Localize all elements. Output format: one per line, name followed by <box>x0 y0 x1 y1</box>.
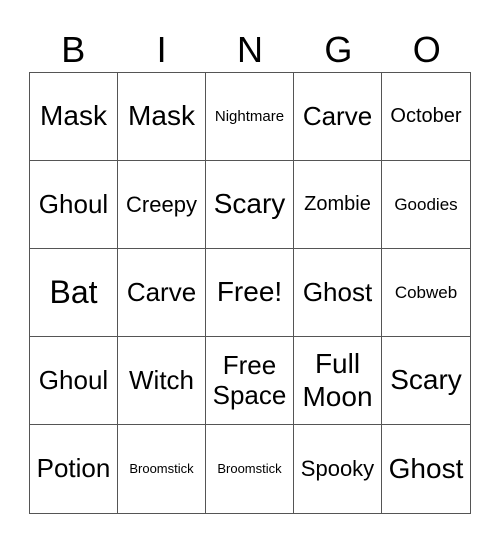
bingo-cell[interactable]: Broomstick <box>206 425 294 513</box>
bingo-cell[interactable]: October <box>382 73 470 161</box>
bingo-cell[interactable]: Creepy <box>118 161 206 249</box>
bingo-cell[interactable]: Potion <box>30 425 118 513</box>
bingo-cell[interactable]: Mask <box>30 73 118 161</box>
bingo-header: B I N G O <box>29 28 471 72</box>
bingo-cell-free[interactable]: Free! <box>206 249 294 337</box>
bingo-cell[interactable]: Ghost <box>294 249 382 337</box>
bingo-cell[interactable]: Free Space <box>206 337 294 425</box>
bingo-cell[interactable]: Ghoul <box>30 161 118 249</box>
header-letter-i: I <box>156 29 167 70</box>
bingo-cell[interactable]: Bat <box>30 249 118 337</box>
bingo-cell[interactable]: Cobweb <box>382 249 470 337</box>
header-letter-g: G <box>324 29 353 70</box>
bingo-cell[interactable]: Ghost <box>382 425 470 513</box>
bingo-cell[interactable]: Spooky <box>294 425 382 513</box>
header-letter-o: O <box>412 29 441 70</box>
bingo-cell[interactable]: Witch <box>118 337 206 425</box>
bingo-cell[interactable]: Goodies <box>382 161 470 249</box>
bingo-cell[interactable]: Carve <box>294 73 382 161</box>
bingo-cell[interactable]: Scary <box>382 337 470 425</box>
bingo-cell[interactable]: Zombie <box>294 161 382 249</box>
header-letter-b: B <box>61 29 86 70</box>
bingo-cell[interactable]: Broomstick <box>118 425 206 513</box>
bingo-cell[interactable]: Scary <box>206 161 294 249</box>
bingo-cell[interactable]: Mask <box>118 73 206 161</box>
bingo-cell[interactable]: Ghoul <box>30 337 118 425</box>
bingo-cell[interactable]: Nightmare <box>206 73 294 161</box>
bingo-cell[interactable]: Full Moon <box>294 337 382 425</box>
bingo-cell[interactable]: Carve <box>118 249 206 337</box>
header-letter-n: N <box>236 29 263 70</box>
bingo-grid: Mask Mask Nightmare Carve October Ghoul … <box>29 72 471 514</box>
